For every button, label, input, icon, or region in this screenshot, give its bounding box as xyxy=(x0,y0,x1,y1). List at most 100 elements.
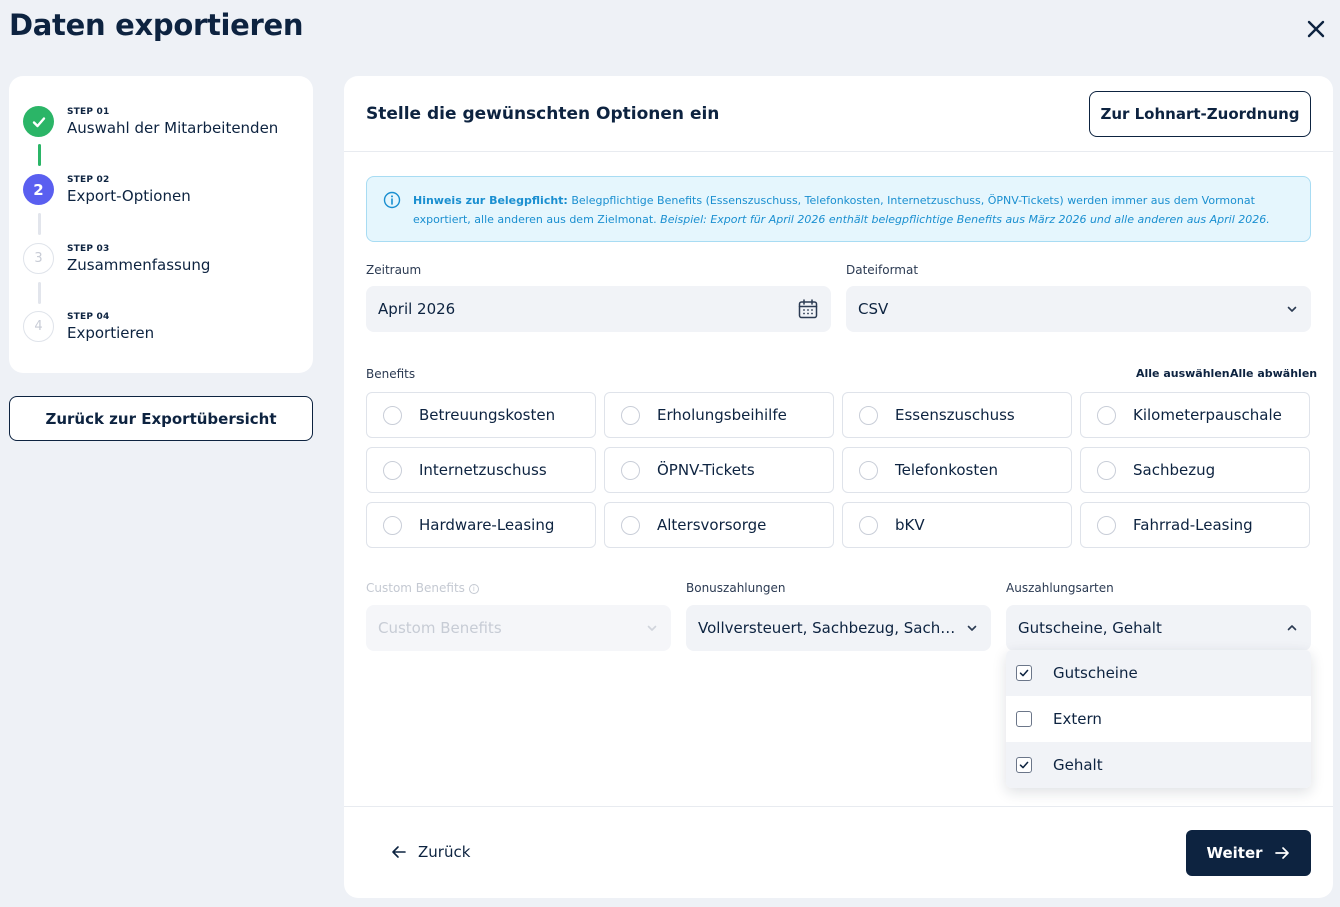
benefit-option[interactable]: Betreuungskosten xyxy=(366,392,596,438)
radio-icon xyxy=(1097,460,1116,480)
benefit-option[interactable]: Kilometerpauschale xyxy=(1080,392,1310,438)
notice-title: Hinweis zur Belegpflicht: xyxy=(413,194,568,207)
info-icon xyxy=(383,191,401,209)
chevron-down-icon xyxy=(967,625,977,631)
dropdown-option-gehalt[interactable]: Gehalt xyxy=(1006,742,1311,788)
main-header: Stelle die gewünschten Optionen ein Zur … xyxy=(344,76,1333,152)
footer-divider xyxy=(344,806,1333,807)
step-label: Export-Optionen xyxy=(67,187,191,205)
next-button[interactable]: Weiter xyxy=(1186,830,1311,876)
main-title: Stelle die gewünschten Optionen ein xyxy=(366,104,720,124)
step-number: 3 xyxy=(23,243,54,274)
stepper: STEP 01 Auswahl der Mitarbeitenden 2 STE… xyxy=(9,76,313,373)
dateiformat-select[interactable]: CSV xyxy=(846,286,1311,332)
benefit-option[interactable]: Fahrrad-Leasing xyxy=(1080,502,1310,548)
back-to-overview-button[interactable]: Zurück zur Exportübersicht xyxy=(9,396,313,441)
step-kicker: STEP 03 xyxy=(67,244,110,254)
benefit-option[interactable]: Essenszuschuss xyxy=(842,392,1072,438)
page-title: Daten exportieren xyxy=(9,8,304,42)
benefit-option[interactable]: Altersvorsorge xyxy=(604,502,834,548)
deselect-all-link[interactable]: Alle abwählen xyxy=(1230,367,1317,380)
auszahlungsarten-label: Auszahlungsarten xyxy=(1006,581,1114,595)
radio-icon xyxy=(1097,405,1116,425)
info-icon: i xyxy=(468,583,479,594)
bonuszahlungen-label: Bonuszahlungen xyxy=(686,581,786,595)
main-panel: Stelle die gewünschten Optionen ein Zur … xyxy=(344,76,1333,898)
benefit-label: Erholungsbeihilfe xyxy=(657,406,787,424)
benefit-label: Sachbezug xyxy=(1133,461,1216,479)
benefit-label: Betreuungskosten xyxy=(419,406,556,424)
radio-icon xyxy=(383,515,402,535)
radio-icon xyxy=(621,515,640,535)
bonuszahlungen-value: Vollversteuert, Sachbezug, Sachzuwendung xyxy=(698,619,957,637)
benefit-label: Hardware-Leasing xyxy=(419,516,555,534)
close-icon[interactable] xyxy=(1303,16,1329,42)
checkbox-checked-icon xyxy=(1016,665,1032,681)
step-connector xyxy=(38,144,41,166)
radio-icon xyxy=(621,405,640,425)
benefit-option[interactable]: ÖPNV-Tickets xyxy=(604,447,834,493)
benefit-option[interactable]: Telefonkosten xyxy=(842,447,1072,493)
zeitraum-value: April 2026 xyxy=(378,300,456,318)
option-label: Gutscheine xyxy=(1053,664,1138,682)
dateiformat-label: Dateiformat xyxy=(846,263,919,277)
custom-benefits-label: Custom Benefits i xyxy=(366,581,479,595)
benefit-label: Essenszuschuss xyxy=(895,406,1015,424)
benefit-option[interactable]: Sachbezug xyxy=(1080,447,1310,493)
step-connector xyxy=(38,213,41,235)
step-connector xyxy=(38,282,41,304)
option-label: Gehalt xyxy=(1053,756,1103,774)
auszahlungsarten-value: Gutscheine, Gehalt xyxy=(1018,619,1162,637)
benefit-label: Altersvorsorge xyxy=(657,516,767,534)
custom-benefits-select: Custom Benefits xyxy=(366,605,671,651)
step-kicker: STEP 02 xyxy=(67,175,110,185)
custom-benefits-placeholder: Custom Benefits xyxy=(378,619,502,637)
next-button-label: Weiter xyxy=(1206,844,1263,862)
benefit-label: Kilometerpauschale xyxy=(1133,406,1282,424)
step-label: Exportieren xyxy=(67,324,155,342)
benefit-label: Internetzuschuss xyxy=(419,461,547,479)
notice-banner: Hinweis zur Belegpflicht: Belegpflichtig… xyxy=(366,176,1311,242)
step-kicker: STEP 01 xyxy=(67,107,110,117)
benefit-option[interactable]: bKV xyxy=(842,502,1072,548)
step-number: 2 xyxy=(23,174,54,205)
benefit-option[interactable]: Internetzuschuss xyxy=(366,447,596,493)
arrow-right-icon xyxy=(1274,847,1289,859)
bonuszahlungen-select[interactable]: Vollversteuert, Sachbezug, Sachzuwendung xyxy=(686,605,991,651)
dropdown-option-extern[interactable]: Extern xyxy=(1006,696,1311,742)
benefit-label: Fahrrad-Leasing xyxy=(1133,516,1253,534)
auszahlungsarten-select[interactable]: Gutscheine, Gehalt xyxy=(1006,605,1311,651)
chevron-down-icon xyxy=(647,625,657,631)
benefit-label: ÖPNV-Tickets xyxy=(657,461,755,479)
select-all-link[interactable]: Alle auswählen xyxy=(1136,367,1230,380)
lohnart-mapping-button[interactable]: Zur Lohnart-Zuordnung xyxy=(1089,91,1311,137)
benefit-label: Telefonkosten xyxy=(895,461,998,479)
step-kicker: STEP 04 xyxy=(67,312,110,322)
benefit-option[interactable]: Erholungsbeihilfe xyxy=(604,392,834,438)
calendar-icon xyxy=(798,299,818,319)
zeitraum-picker[interactable]: April 2026 xyxy=(366,286,831,332)
radio-icon xyxy=(383,405,402,425)
radio-icon xyxy=(859,405,878,425)
benefit-label: bKV xyxy=(895,516,925,534)
auszahlungsarten-dropdown: Gutscheine Extern Gehalt xyxy=(1006,650,1311,788)
radio-icon xyxy=(383,460,402,480)
radio-icon xyxy=(1097,515,1116,535)
step-label: Auswahl der Mitarbeitenden xyxy=(67,119,279,137)
custom-benefits-label-text: Custom Benefits xyxy=(366,581,465,595)
dropdown-option-gutscheine[interactable]: Gutscheine xyxy=(1006,650,1311,696)
radio-icon xyxy=(859,460,878,480)
option-label: Extern xyxy=(1053,710,1102,728)
benefit-option[interactable]: Hardware-Leasing xyxy=(366,502,596,548)
step-number: 4 xyxy=(23,311,54,342)
check-icon xyxy=(23,106,54,137)
checkbox-empty-icon xyxy=(1016,711,1032,727)
chevron-down-icon xyxy=(1287,306,1297,312)
step-label: Zusammenfassung xyxy=(67,256,211,274)
back-button-label: Zurück xyxy=(418,843,471,861)
benefits-label: Benefits xyxy=(366,367,416,381)
radio-icon xyxy=(859,515,878,535)
dateiformat-value: CSV xyxy=(858,300,889,318)
radio-icon xyxy=(621,460,640,480)
back-button[interactable]: Zurück xyxy=(390,839,470,865)
